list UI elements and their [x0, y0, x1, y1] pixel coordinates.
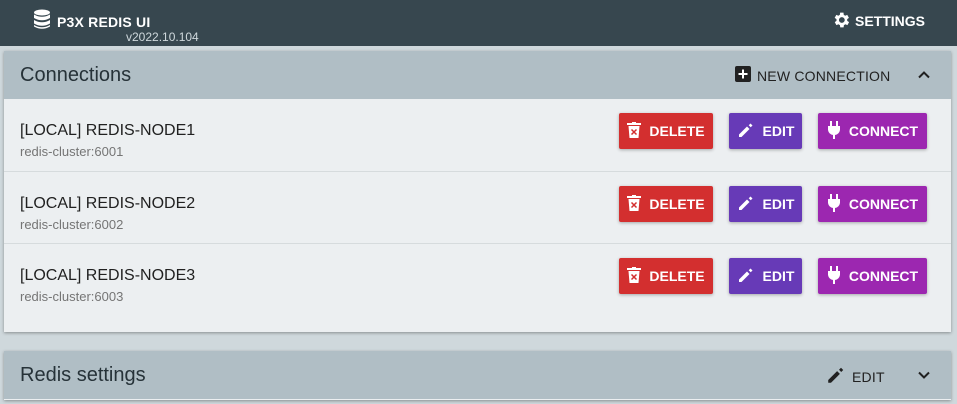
top-toolbar: P3X REDIS UI v2022.10.104 SETTINGS — [0, 0, 957, 46]
edit-label: EDIT — [762, 123, 795, 139]
pencil-icon — [737, 194, 763, 215]
connection-name: [LOCAL] REDIS-NODE1 — [20, 122, 196, 139]
delete-label: DELETE — [649, 123, 705, 139]
chevron-up-icon[interactable] — [915, 66, 933, 84]
connection-host: redis-cluster:6003 — [20, 289, 124, 304]
connection-name: [LOCAL] REDIS-NODE2 — [20, 195, 196, 212]
delete-button[interactable]: DELETE — [619, 113, 713, 149]
chevron-down-icon[interactable] — [915, 366, 933, 384]
app-version: v2022.10.104 — [126, 30, 199, 44]
pencil-icon — [737, 121, 763, 142]
plus-box-icon — [735, 66, 757, 85]
connection-row: [LOCAL] REDIS-NODE3 redis-cluster:6003 D… — [4, 243, 951, 315]
gear-icon — [831, 10, 855, 33]
redis-settings-header[interactable]: Redis settings EDIT — [4, 351, 951, 399]
redis-settings-edit-button[interactable]: EDIT — [826, 365, 885, 388]
connection-row: [LOCAL] REDIS-NODE2 redis-cluster:6002 D… — [4, 171, 951, 243]
delete-label: DELETE — [649, 196, 705, 212]
delete-button[interactable]: DELETE — [619, 258, 713, 294]
edit-label: EDIT — [762, 196, 795, 212]
trash-icon — [627, 266, 649, 286]
delete-button[interactable]: DELETE — [619, 186, 713, 222]
connection-host: redis-cluster:6001 — [20, 144, 124, 159]
connect-label: CONNECT — [848, 268, 919, 284]
database-icon — [33, 9, 51, 35]
delete-label: DELETE — [649, 268, 705, 284]
connection-list: [LOCAL] REDIS-NODE1 redis-cluster:6001 D… — [4, 99, 951, 315]
connections-header[interactable]: Connections NEW CONNECTION — [4, 51, 951, 99]
app-title: P3X REDIS UI — [57, 14, 151, 30]
redis-settings-title: Redis settings — [20, 363, 146, 386]
connect-button[interactable]: CONNECT — [818, 113, 927, 149]
settings-button[interactable]: SETTINGS — [831, 10, 925, 32]
edit-button[interactable]: EDIT — [729, 258, 802, 294]
plug-icon — [827, 265, 849, 287]
redis-settings-edit-label: EDIT — [852, 368, 885, 385]
redis-settings-panel: Redis settings EDIT — [4, 351, 951, 400]
connection-name: [LOCAL] REDIS-NODE3 — [20, 267, 196, 284]
plug-icon — [827, 120, 849, 142]
new-connection-button[interactable]: NEW CONNECTION — [735, 66, 890, 85]
plug-icon — [827, 193, 849, 215]
pencil-icon — [737, 266, 763, 287]
settings-label: SETTINGS — [854, 13, 925, 29]
trash-icon — [627, 121, 649, 141]
edit-button[interactable]: EDIT — [729, 186, 802, 222]
new-connection-label: NEW CONNECTION — [757, 67, 891, 84]
connect-button[interactable]: CONNECT — [818, 258, 927, 294]
connections-panel: Connections NEW CONNECTION [LOCAL] REDIS… — [4, 51, 951, 332]
connection-host: redis-cluster:6002 — [20, 217, 124, 232]
connection-row: [LOCAL] REDIS-NODE1 redis-cluster:6001 D… — [4, 99, 951, 171]
connect-label: CONNECT — [848, 123, 919, 139]
connections-title: Connections — [20, 63, 132, 86]
connect-button[interactable]: CONNECT — [818, 186, 927, 222]
edit-button[interactable]: EDIT — [729, 113, 802, 149]
pencil-icon — [826, 365, 852, 388]
edit-label: EDIT — [762, 268, 795, 284]
connect-label: CONNECT — [848, 196, 919, 212]
trash-icon — [627, 194, 649, 214]
